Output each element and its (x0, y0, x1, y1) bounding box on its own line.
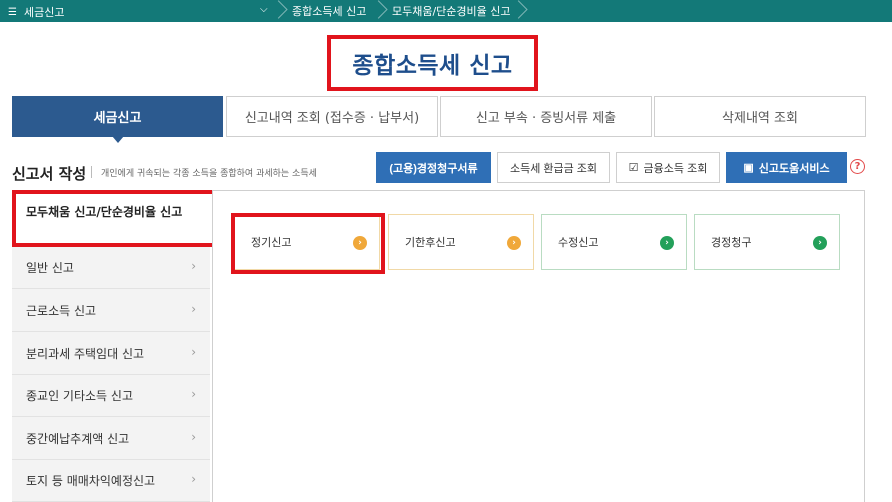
sidebar-item-religious-income-filing[interactable]: 종교인 기타소득 신고 › (12, 375, 210, 417)
book-icon: ▣ (743, 162, 754, 174)
hamburger-menu-icon: ☰ (8, 6, 17, 18)
breadcrumb-item-income-tax[interactable]: 종합소득세 신고 (292, 0, 366, 22)
sidebar-item-label: 근로소득 신고 (26, 304, 97, 318)
chevron-right-icon: › (191, 472, 196, 486)
chevron-right-icon: › (191, 259, 196, 273)
card-label: 경정청구 (711, 236, 752, 249)
main-tabs: 세금신고 신고내역 조회 (접수증 · 납부서) 신고 부속 · 증빙서류 제출… (12, 96, 866, 143)
breadcrumb-separator (272, 0, 282, 22)
card-label: 기한후신고 (405, 236, 456, 249)
breadcrumb-separator (372, 0, 382, 22)
page-title-highlight: 종합소득세 신고 (327, 35, 538, 91)
page-title: 종합소득세 신고 (352, 53, 513, 79)
sidebar-item-prefilled-filing[interactable]: 모두채움 신고/단순경비율 신고 (12, 190, 217, 247)
card-correction-claim[interactable]: 경정청구 › (694, 214, 840, 270)
breadcrumb-bar: ☰ 세금신고 ⌵ 종합소득세 신고 모두채움/단순경비율 신고 (0, 0, 892, 22)
regular-filing-highlight (231, 213, 385, 274)
sidebar-item-general-filing[interactable]: 일반 신고 › (12, 247, 210, 289)
tab-filing-history[interactable]: 신고내역 조회 (접수증 · 납부서) (226, 96, 438, 137)
chevron-right-icon: › (191, 302, 196, 316)
help-icon[interactable]: ? (850, 159, 865, 174)
checkbox-icon: ☑ (628, 162, 639, 174)
tab-document-submission[interactable]: 신고 부속 · 증빙서류 제출 (440, 96, 652, 137)
section-description: 개인에게 귀속되는 각종 소득을 종합하여 과세하는 소득세 (101, 169, 317, 179)
filing-help-service-label: 신고도움서비스 (758, 162, 830, 175)
section-divider (91, 166, 92, 178)
sidebar-item-rental-income-filing[interactable]: 분리과세 주택임대 신고 › (12, 333, 210, 375)
tax-refund-inquiry-label: 소득세 환급금 조회 (509, 162, 598, 175)
card-amended-filing[interactable]: 수정신고 › (541, 214, 687, 270)
sidebar-item-land-sale-filing[interactable]: 토지 등 매매차익예정신고 › (12, 460, 210, 502)
refund-claim-documents-label: (고용)경정청구서류 (389, 162, 478, 175)
breadcrumb-separator (512, 0, 522, 22)
refund-claim-documents-button[interactable]: (고용)경정청구서류 (376, 152, 491, 183)
tax-refund-inquiry-button[interactable]: 소득세 환급금 조회 (497, 152, 610, 183)
section-title: 신고서 작성 (12, 165, 87, 183)
breadcrumb-menu[interactable]: ☰ 세금신고 (8, 4, 64, 20)
sidebar-item-label: 일반 신고 (26, 261, 74, 275)
financial-income-inquiry-label: 금융소득 조회 (643, 162, 708, 175)
sidebar-item-interim-prepayment-filing[interactable]: 중간예납추계액 신고 › (12, 418, 210, 460)
chevron-down-icon[interactable]: ⌵ (260, 4, 268, 15)
chevron-right-circle-icon: › (813, 236, 827, 250)
chevron-right-icon: › (191, 387, 196, 401)
sidebar-item-label: 중간예납추계액 신고 (26, 432, 130, 446)
financial-income-inquiry-button[interactable]: ☑ 금융소득 조회 (616, 152, 720, 183)
chevron-right-icon: › (191, 345, 196, 359)
card-label: 수정신고 (558, 236, 599, 249)
sidebar-item-label: 종교인 기타소득 신고 (26, 389, 133, 403)
chevron-right-circle-icon: › (507, 236, 521, 250)
sidebar-item-earned-income-filing[interactable]: 근로소득 신고 › (12, 290, 210, 332)
chevron-right-circle-icon: › (660, 236, 674, 250)
filing-help-service-button[interactable]: ▣ 신고도움서비스 (726, 152, 847, 183)
sidebar-item-label: 분리과세 주택임대 신고 (26, 347, 145, 361)
chevron-right-icon: › (191, 430, 196, 444)
tab-deletion-history[interactable]: 삭제내역 조회 (654, 96, 866, 137)
sidebar-item-label: 토지 등 매매차익예정신고 (26, 474, 156, 488)
breadcrumb-item-current[interactable]: 모두채움/단순경비율 신고 (392, 0, 511, 22)
tab-tax-filing[interactable]: 세금신고 (12, 96, 223, 143)
breadcrumb-menu-label: 세금신고 (23, 6, 65, 19)
card-late-filing[interactable]: 기한후신고 › (388, 214, 534, 270)
